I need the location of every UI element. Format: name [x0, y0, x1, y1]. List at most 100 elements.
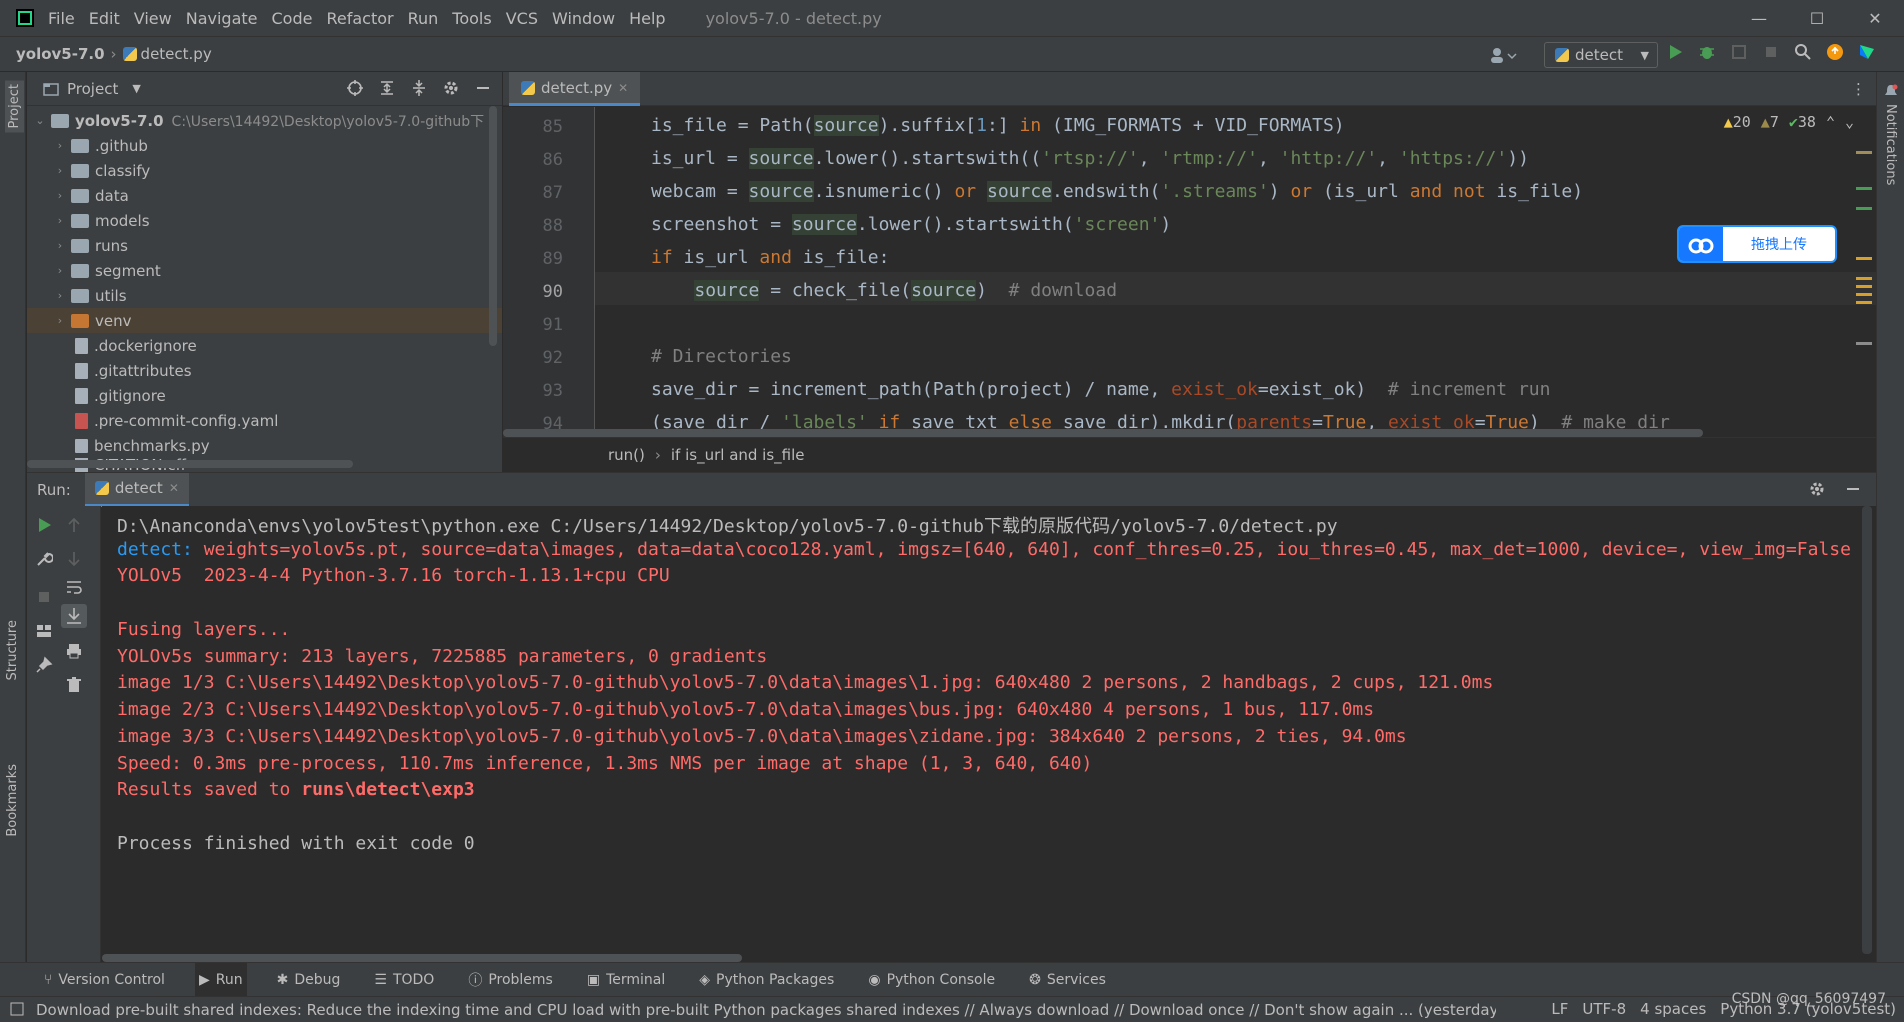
inspection-widget[interactable]: ▲20 ▲7 ✔38 ⌃ ⌄ [1724, 113, 1854, 131]
encoding-widget[interactable]: UTF-8 [1582, 1000, 1626, 1018]
tree-folder-runs[interactable]: › runs [27, 233, 502, 258]
chevron-right-icon[interactable]: › [53, 239, 67, 252]
menu-help[interactable]: Help [629, 9, 665, 28]
chevron-right-icon[interactable]: › [53, 164, 67, 177]
debug-icon[interactable] [1698, 43, 1716, 61]
code-editor[interactable]: 85 86 87 88 89 90 91 92 93 94 is_file = … [503, 107, 1876, 437]
scroll-to-end-toggle[interactable] [61, 604, 87, 628]
hide-panel-icon[interactable] [474, 79, 492, 97]
coverage-icon[interactable] [1730, 43, 1748, 61]
layout-icon[interactable] [35, 622, 53, 640]
run-console[interactable]: D:\Ananconda\envs\yolov5test\python.exe … [102, 506, 1876, 962]
menu-edit[interactable]: Edit [89, 9, 120, 28]
run-configuration-select[interactable]: detect ▼ [1544, 42, 1658, 68]
chevron-down-icon[interactable]: ⌄ [1845, 113, 1854, 131]
menu-run[interactable]: Run [408, 9, 439, 28]
collapse-all-icon[interactable] [410, 79, 428, 97]
tree-root[interactable]: ⌄ yolov5-7.0 C:\Users\14492\Desktop\yolo… [27, 108, 502, 133]
breadcrumb-project[interactable]: yolov5-7.0 [16, 45, 105, 63]
error-stripe-mark[interactable] [1856, 187, 1872, 190]
tree-folder-models[interactable]: › models [27, 208, 502, 233]
menu-tools[interactable]: Tools [452, 9, 491, 28]
bookmarks-tool-tab[interactable]: Bookmarks [5, 764, 20, 837]
chevron-right-icon[interactable]: › [53, 264, 67, 277]
error-stripe-mark[interactable] [1856, 151, 1872, 154]
tool-todo[interactable]: ☰ TODO [370, 963, 438, 997]
notifications-tool-tab[interactable]: Notifications [1883, 104, 1898, 185]
trash-icon[interactable] [65, 676, 83, 694]
chevron-right-icon[interactable]: › [53, 189, 67, 202]
breadcrumb-file[interactable]: detect.py [122, 45, 212, 63]
breadcrumb-block[interactable]: if is_url and is_file [671, 446, 805, 464]
update-icon[interactable] [1826, 43, 1844, 61]
tool-problems[interactable]: ⓘ Problems [464, 963, 557, 997]
error-stripe-mark[interactable] [1856, 257, 1872, 260]
more-options-icon[interactable]: ⋮ [1851, 80, 1866, 98]
layout-toggle-icon[interactable] [10, 1002, 24, 1016]
tree-file-benchmarks[interactable]: benchmarks.py [27, 433, 502, 458]
chevron-right-icon[interactable]: › [53, 314, 67, 327]
gear-icon[interactable] [1808, 480, 1826, 498]
pin-icon[interactable] [35, 656, 53, 674]
search-icon[interactable] [1794, 43, 1812, 61]
tool-terminal[interactable]: ▣ Terminal [583, 963, 669, 997]
console-horizontal-scrollbar[interactable] [102, 954, 742, 962]
tree-file-dockerignore[interactable]: .dockerignore [27, 333, 502, 358]
hide-panel-icon[interactable] [1844, 480, 1862, 498]
menu-view[interactable]: View [134, 9, 172, 28]
run-tab-detect[interactable]: detect ✕ [84, 472, 189, 507]
tree-folder-utils[interactable]: › utils [27, 283, 502, 308]
error-stripe-mark[interactable] [1856, 342, 1872, 345]
close-button[interactable]: ✕ [1846, 0, 1904, 36]
close-tab-icon[interactable]: ✕ [169, 481, 179, 495]
tree-file-gitignore[interactable]: .gitignore [27, 383, 502, 408]
structure-tool-tab[interactable]: Structure [5, 620, 20, 680]
console-vertical-scrollbar[interactable] [1862, 506, 1872, 954]
expand-all-icon[interactable] [378, 79, 396, 97]
tool-python-console[interactable]: ◉ Python Console [864, 963, 999, 997]
editor-tab-detect[interactable]: detect.py ✕ [509, 72, 641, 106]
upload-button[interactable]: 拖拽上传 [1677, 225, 1837, 263]
scroll-down-icon[interactable] [65, 550, 83, 568]
tree-folder-venv[interactable]: › venv [27, 308, 502, 333]
chevron-down-icon[interactable]: ⌄ [33, 114, 47, 127]
menu-vcs[interactable]: VCS [506, 9, 538, 28]
error-stripe-mark[interactable] [1856, 277, 1872, 307]
chevron-up-icon[interactable]: ⌃ [1826, 113, 1835, 131]
indent-widget[interactable]: 4 spaces [1640, 1000, 1706, 1018]
menu-refactor[interactable]: Refactor [326, 9, 393, 28]
user-icon[interactable] [1488, 45, 1518, 65]
tree-file-precommit[interactable]: .pre-commit-config.yaml [27, 408, 502, 433]
rerun-icon[interactable] [35, 516, 53, 534]
run-icon[interactable] [1666, 43, 1684, 61]
jetbrains-icon[interactable] [1858, 43, 1876, 61]
notification-bell-icon[interactable] [1884, 84, 1898, 98]
stop-icon[interactable] [35, 588, 53, 606]
soft-wrap-icon[interactable] [65, 578, 83, 596]
error-stripe-mark[interactable] [1856, 207, 1872, 210]
status-message[interactable]: Download pre-built shared indexes: Reduc… [36, 1001, 1496, 1019]
tool-debug[interactable]: ✱ Debug [273, 963, 345, 997]
close-tab-icon[interactable]: ✕ [618, 81, 628, 95]
tree-folder-data[interactable]: › data [27, 183, 502, 208]
scroll-up-icon[interactable] [65, 516, 83, 534]
chevron-right-icon[interactable]: › [53, 139, 67, 152]
tool-services[interactable]: ❂ Services [1025, 963, 1110, 997]
project-tool-tab[interactable]: Project [5, 80, 24, 133]
locate-icon[interactable] [346, 79, 364, 97]
maximize-button[interactable]: ☐ [1788, 0, 1846, 36]
menu-code[interactable]: Code [272, 9, 313, 28]
menu-navigate[interactable]: Navigate [186, 9, 258, 28]
wrench-icon[interactable] [35, 550, 53, 568]
menu-window[interactable]: Window [552, 9, 615, 28]
project-panel-title[interactable]: Project [67, 80, 118, 98]
editor-horizontal-scrollbar[interactable] [503, 429, 1703, 437]
tree-folder-segment[interactable]: › segment [27, 258, 502, 283]
print-icon[interactable] [65, 642, 83, 660]
chevron-down-icon[interactable]: ▼ [132, 82, 140, 95]
stop-icon[interactable] [1762, 43, 1780, 61]
line-separator-widget[interactable]: LF [1551, 1000, 1568, 1018]
breadcrumb-function[interactable]: run() [608, 446, 645, 464]
tree-folder-github[interactable]: › .github [27, 133, 502, 158]
horizontal-scrollbar[interactable] [27, 460, 353, 468]
